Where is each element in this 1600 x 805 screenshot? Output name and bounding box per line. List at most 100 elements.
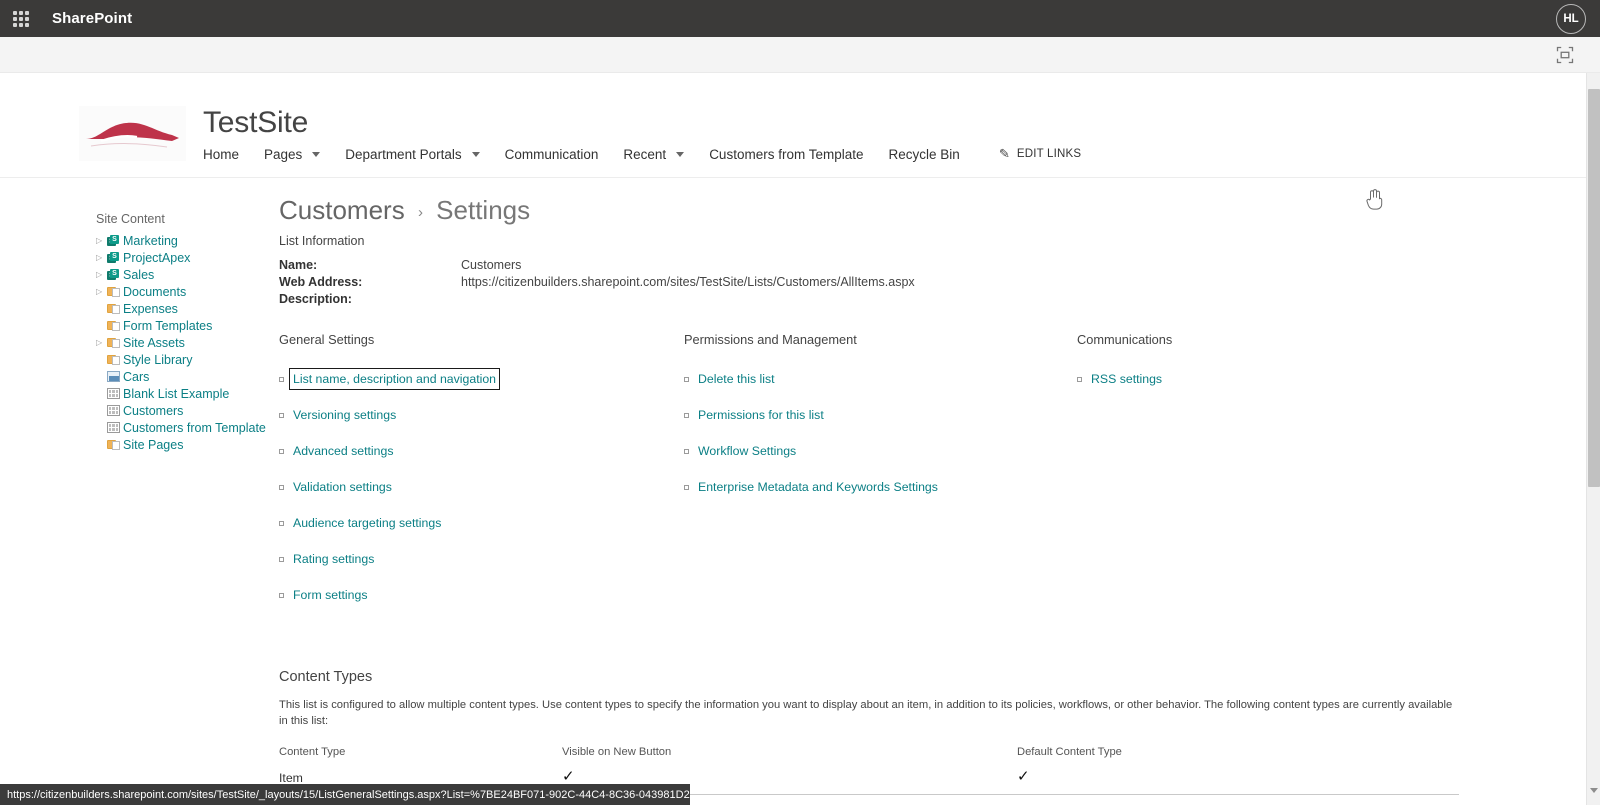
link-list-name-description-navigation[interactable]: List name, description and navigation [279,372,684,386]
vertical-scrollbar[interactable] [1586,73,1600,805]
general-settings-heading: General Settings [279,332,684,347]
mouse-cursor [1365,188,1383,210]
sidebar-item-label: Expenses [123,302,178,316]
sidebar-item-documents[interactable]: ▷ Documents [96,283,281,300]
link-validation-settings[interactable]: Validation settings [279,480,684,494]
edit-links-button[interactable]: ✎ EDIT LINKS [999,146,1082,162]
sidebar-item-label: Documents [123,285,186,299]
expand-arrow-icon[interactable]: ▷ [96,271,107,279]
list-information-heading: List Information [279,234,1464,248]
sidebar-item-style-library[interactable]: Style Library [96,351,281,368]
sidebar-item-customers[interactable]: Customers [96,402,281,419]
sharepoint-site-icon: SS [107,269,123,281]
focus-on-content-icon[interactable] [1556,46,1574,64]
link-workflow-settings[interactable]: Workflow Settings [684,444,1077,458]
list-icon [107,405,123,416]
sidebar-item-blank-list-example[interactable]: Blank List Example [96,385,281,402]
expand-arrow-icon[interactable]: ▷ [96,288,107,296]
quick-launch-heading: Site Content [96,212,281,226]
app-launcher-icon[interactable] [10,8,32,30]
sidebar-item-expenses[interactable]: Expenses [96,300,281,317]
sidebar-item-site-assets[interactable]: ▷ Site Assets [96,334,281,351]
document-library-icon [107,303,123,315]
sidebar-item-label: Site Assets [123,336,185,350]
document-library-icon [107,439,123,451]
link-advanced-settings[interactable]: Advanced settings [279,444,684,458]
permissions-management-heading: Permissions and Management [684,332,1077,347]
scroll-down-arrow-icon[interactable] [1590,793,1598,801]
link-form-settings[interactable]: Form settings [279,588,684,602]
link-delete-this-list[interactable]: Delete this list [684,372,1077,386]
breadcrumb-separator: › [418,204,423,221]
nav-item-label: Communication [505,147,599,162]
permissions-management-column: Permissions and Management Delete this l… [684,332,1077,624]
link-label: Validation settings [293,480,392,494]
link-enterprise-metadata-keywords-settings[interactable]: Enterprise Metadata and Keywords Setting… [684,480,1077,494]
bullet-icon [279,557,284,562]
link-label: Advanced settings [293,444,394,458]
avatar[interactable]: HL [1556,4,1586,34]
content-types-heading: Content Types [279,669,1464,685]
sidebar-item-form-templates[interactable]: Form Templates [96,317,281,334]
bullet-icon [684,377,689,382]
sidebar-item-cars[interactable]: Cars [96,368,281,385]
sidebar-item-sales[interactable]: ▷ SS Sales [96,266,281,283]
link-rss-settings[interactable]: RSS settings [1077,372,1407,386]
nav-item-customers-from-template[interactable]: Customers from Template [709,147,863,162]
chevron-down-icon[interactable] [472,152,480,157]
sidebar-item-site-pages[interactable]: Site Pages [96,436,281,453]
breadcrumb-list-link[interactable]: Customers [279,195,405,225]
picture-library-icon [107,371,123,382]
link-audience-targeting-settings[interactable]: Audience targeting settings [279,516,684,530]
column-header-visible-on-new-button: Visible on New Button [562,746,1017,758]
link-label: Permissions for this list [698,408,824,422]
link-permissions-for-this-list[interactable]: Permissions for this list [684,408,1077,422]
list-info-label: Name: [279,257,461,274]
chevron-down-icon[interactable] [676,152,684,157]
nav-item-communication[interactable]: Communication [505,147,599,162]
expand-arrow-icon[interactable]: ▷ [96,339,107,347]
bullet-icon [684,449,689,454]
nav-item-recycle-bin[interactable]: Recycle Bin [889,147,960,162]
cell-content-type: Item [279,771,562,785]
nav-item-department-portals[interactable]: Department Portals [345,147,479,162]
sidebar-item-marketing[interactable]: ▷ SS Marketing [96,232,281,249]
scroll-up-arrow-icon[interactable] [1590,77,1598,85]
scrollbar-thumb[interactable] [1588,89,1600,487]
chevron-down-icon[interactable] [312,152,320,157]
column-header-content-type: Content Type [279,746,562,758]
bullet-icon [684,485,689,490]
sharepoint-brand-link[interactable]: SharePoint [52,10,132,27]
nav-item-pages[interactable]: Pages [264,147,320,162]
quick-launch-tree: Site Content ▷ SS Marketing ▷ SS Project… [96,212,281,453]
link-versioning-settings[interactable]: Versioning settings [279,408,684,422]
nav-item-recent[interactable]: Recent [623,147,684,162]
site-title[interactable]: TestSite [203,106,308,140]
sidebar-item-label: Customers from Template [123,421,266,435]
document-library-icon [107,286,123,298]
nav-item-label: Pages [264,147,302,162]
cell-visible-on-new-button: ✓ [562,771,1017,785]
document-library-icon [107,337,123,349]
sidebar-item-customers-from-template[interactable]: Customers from Template [96,419,281,436]
expand-arrow-icon[interactable]: ▷ [96,254,107,262]
nav-item-home[interactable]: Home [203,147,239,162]
bullet-icon [279,485,284,490]
link-label: Workflow Settings [698,444,796,458]
list-info-value: Customers [461,257,521,274]
link-rating-settings[interactable]: Rating settings [279,552,684,566]
settings-columns: General Settings List name, description … [279,332,1464,624]
sidebar-item-projectapex[interactable]: ▷ SS ProjectApex [96,249,281,266]
site-logo [79,106,186,161]
nav-item-label: Department Portals [345,147,461,162]
link-label: Rating settings [293,552,374,566]
edit-links-label: EDIT LINKS [1017,148,1081,160]
bullet-icon [279,449,284,454]
expand-arrow-icon[interactable]: ▷ [96,237,107,245]
document-library-icon [107,320,123,332]
bullet-icon [279,521,284,526]
link-label: Delete this list [698,372,775,386]
table-header-row: Content Type Visible on New Button Defau… [279,746,1459,771]
sidebar-item-label: Blank List Example [123,387,229,401]
breadcrumb-current: Settings [436,195,530,225]
